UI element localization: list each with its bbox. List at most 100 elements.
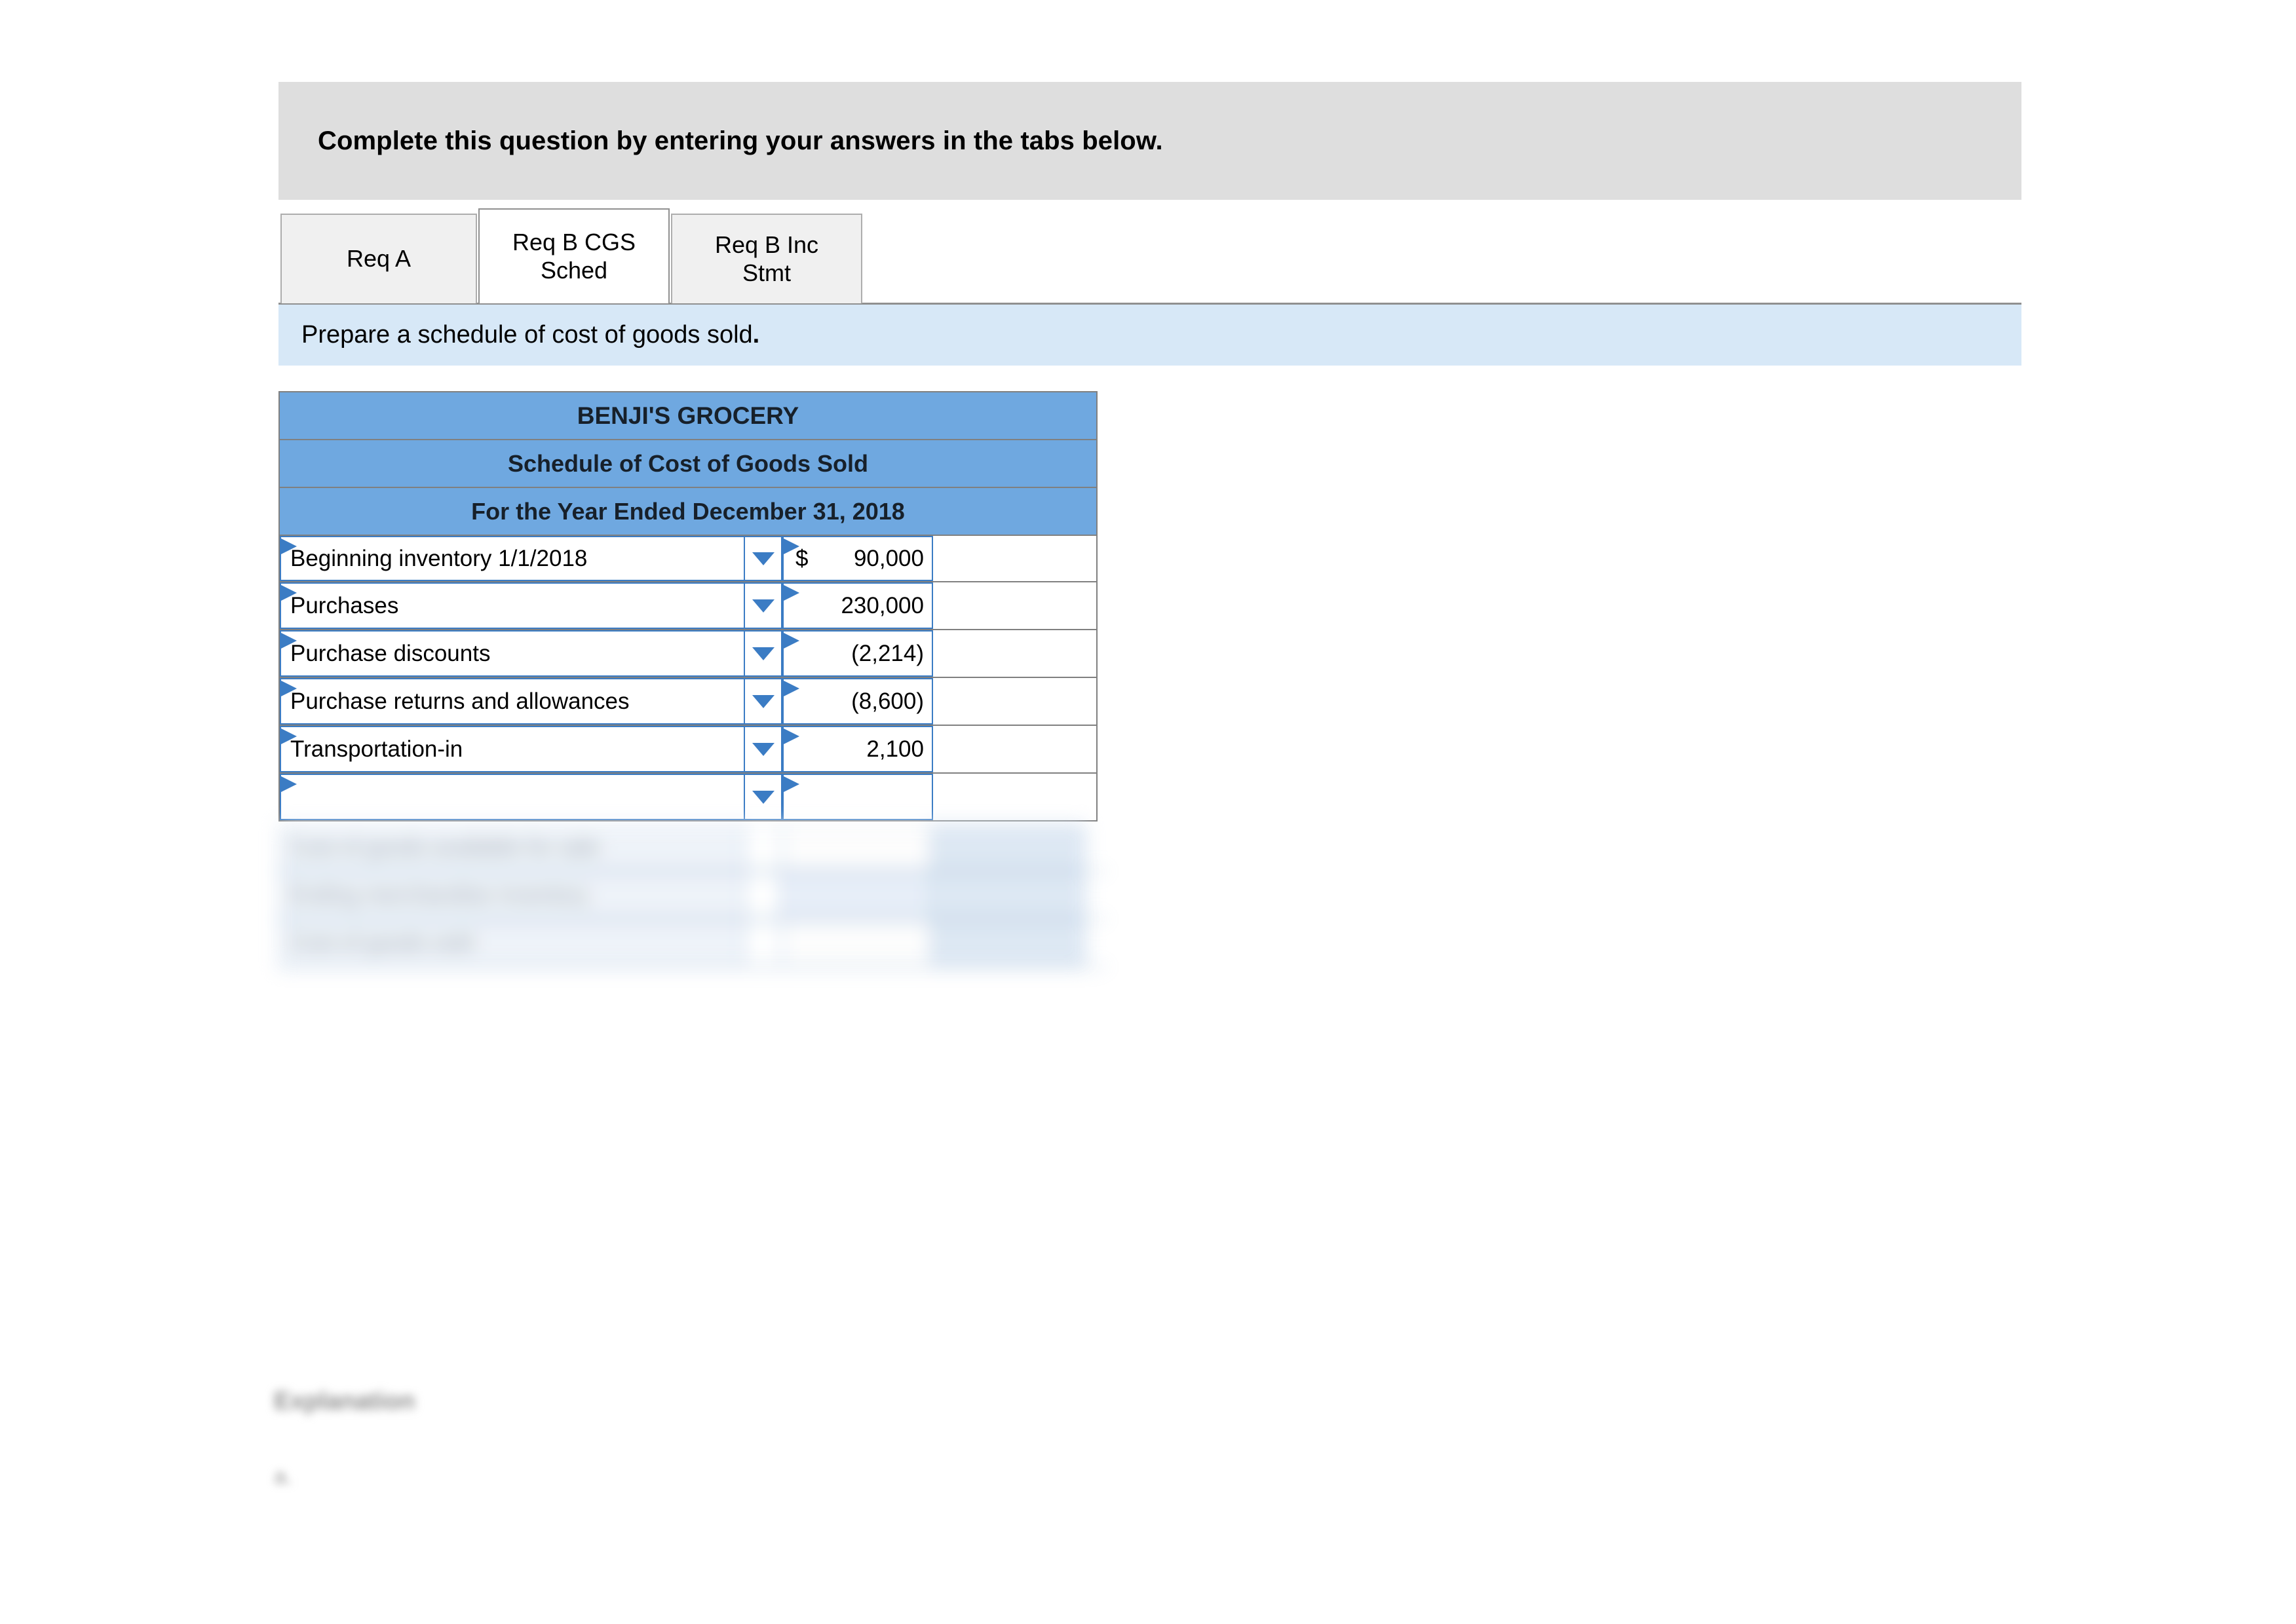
amount-input-cell[interactable] <box>782 774 933 820</box>
cell-corner-marker-icon <box>784 776 799 792</box>
account-label-cell[interactable]: Purchase discounts <box>280 630 745 677</box>
requirement-text: Prepare a schedule of cost of goods sold <box>301 321 753 349</box>
tab-req-b-cgs-line2: Sched <box>540 256 608 284</box>
table-row: Purchase discounts (2,214) <box>278 630 1098 678</box>
amount-input-cell[interactable]: $ 90,000 <box>782 536 933 581</box>
obscured-row-total <box>932 920 1086 966</box>
tab-req-b-cgs-line1: Req B CGS <box>512 229 636 256</box>
account-label-cell[interactable]: Purchases <box>280 582 745 629</box>
amount-input-cell[interactable]: (8,600) <box>782 678 933 725</box>
account-label-text: Beginning inventory 1/1/2018 <box>290 545 588 571</box>
explanation-item-marker: a. <box>274 1464 293 1489</box>
table-row <box>278 774 1098 821</box>
total-column-cell[interactable] <box>933 630 1087 677</box>
requirement-description-bar: Prepare a schedule of cost of goods sold… <box>278 303 2021 366</box>
table-row: Purchases 230,000 <box>278 582 1098 630</box>
account-label-cell[interactable]: Beginning inventory 1/1/2018 <box>280 536 745 581</box>
question-instruction-banner: Complete this question by entering your … <box>278 82 2021 200</box>
account-dropdown-button[interactable] <box>745 726 782 772</box>
obscured-row: Cost of goods available for sale <box>278 824 1107 872</box>
worksheet-statement-name: Schedule of Cost of Goods Sold <box>507 449 868 477</box>
total-column-cell[interactable] <box>933 678 1087 725</box>
cost-of-goods-sold-worksheet: BENJI'S GROCERY Schedule of Cost of Good… <box>278 391 1098 821</box>
tab-req-b-inc-stmt[interactable]: Req B Inc Stmt <box>671 214 862 303</box>
amount-value: 90,000 <box>853 545 924 571</box>
account-dropdown-button[interactable] <box>745 678 782 725</box>
cell-corner-marker-icon <box>281 728 297 744</box>
total-column-cell[interactable] <box>933 726 1087 772</box>
obscured-row-caret <box>744 920 781 966</box>
cell-corner-marker-icon <box>281 681 297 696</box>
table-row: Beginning inventory 1/1/2018 $ 90,000 <box>278 535 1098 582</box>
worksheet-company-name: BENJI'S GROCERY <box>577 402 799 429</box>
tab-req-a[interactable]: Req A <box>280 214 477 303</box>
cell-corner-marker-icon <box>784 633 799 649</box>
obscured-row: Ending merchandise inventory <box>278 872 1107 920</box>
obscured-row-total <box>932 824 1086 871</box>
requirement-period: . <box>752 321 760 349</box>
worksheet-title-row-period: For the Year Ended December 31, 2018 <box>278 487 1098 535</box>
cell-corner-marker-icon <box>784 728 799 744</box>
account-dropdown-button[interactable] <box>745 630 782 677</box>
cell-corner-marker-icon <box>784 585 799 601</box>
cell-corner-marker-icon <box>281 538 297 554</box>
cell-corner-marker-icon <box>281 585 297 601</box>
obscured-row-caret <box>744 872 781 918</box>
obscured-row-amount <box>781 872 932 918</box>
question-instruction-text: Complete this question by entering your … <box>318 126 1163 155</box>
amount-value: (2,214) <box>851 640 924 666</box>
account-dropdown-button[interactable] <box>745 536 782 581</box>
account-dropdown-button[interactable] <box>745 774 782 820</box>
table-row: Purchase returns and allowances (8,600) <box>278 678 1098 726</box>
account-label-cell[interactable] <box>280 774 745 820</box>
account-dropdown-button[interactable] <box>745 582 782 629</box>
chevron-down-icon <box>752 552 775 565</box>
amount-input-cell[interactable]: 230,000 <box>782 582 933 629</box>
tab-req-b-inc-stmt-label: Req B Inc Stmt <box>715 231 818 287</box>
obscured-row-label: Cost of goods available for sale <box>278 824 744 871</box>
chevron-down-icon <box>752 647 775 660</box>
amount-value: (8,600) <box>851 688 924 714</box>
account-label-cell[interactable]: Transportation-in <box>280 726 745 772</box>
obscured-row-total <box>932 872 1086 918</box>
account-label-text: Purchase discounts <box>290 640 491 666</box>
cell-corner-marker-icon <box>281 633 297 649</box>
account-label-cell[interactable]: Purchase returns and allowances <box>280 678 745 725</box>
explanation-heading: Explanation <box>274 1388 415 1415</box>
worksheet-title-row-company: BENJI'S GROCERY <box>278 391 1098 439</box>
requirement-tab-strip: Req A Req B CGS Sched Req B Inc Stmt <box>280 208 862 303</box>
account-label-text: Purchases <box>290 592 399 618</box>
obscured-row-amount <box>781 824 932 871</box>
chevron-down-icon <box>752 694 775 708</box>
obscured-summary-rows: Cost of goods available for sale Ending … <box>278 824 1107 976</box>
amount-value: 2,100 <box>866 736 924 762</box>
currency-symbol: $ <box>795 545 809 571</box>
tab-req-b-inc-line1: Req B Inc <box>714 231 819 259</box>
tab-req-a-label: Req A <box>346 245 411 273</box>
cell-corner-marker-icon <box>281 776 297 792</box>
total-column-cell[interactable] <box>933 582 1087 629</box>
tab-req-b-cgs-sched-label: Req B CGS Sched <box>512 229 636 284</box>
obscured-row-caret <box>744 824 781 871</box>
obscured-row-label: Ending merchandise inventory <box>278 872 744 918</box>
chevron-down-icon <box>752 742 775 756</box>
tab-req-b-inc-line2: Stmt <box>742 259 791 286</box>
obscured-row-label: Cost of goods sold <box>278 920 744 966</box>
chevron-down-icon <box>752 790 775 804</box>
chevron-down-icon <box>752 599 775 613</box>
requirement-description-text: Prepare a schedule of cost of goods sold… <box>278 321 759 349</box>
worksheet-title-row-statement: Schedule of Cost of Goods Sold <box>278 439 1098 487</box>
total-column-cell[interactable] <box>933 774 1087 820</box>
tab-req-b-cgs-sched[interactable]: Req B CGS Sched <box>478 208 670 303</box>
obscured-row-amount <box>781 920 932 966</box>
account-label-text: Transportation-in <box>290 736 463 762</box>
amount-value: 230,000 <box>841 592 924 618</box>
amount-input-cell[interactable]: (2,214) <box>782 630 933 677</box>
worksheet-period: For the Year Ended December 31, 2018 <box>471 497 905 525</box>
cell-corner-marker-icon <box>784 681 799 696</box>
amount-input-cell[interactable]: 2,100 <box>782 726 933 772</box>
table-row: Transportation-in 2,100 <box>278 726 1098 774</box>
account-label-text: Purchase returns and allowances <box>290 688 630 714</box>
obscured-row: Cost of goods sold <box>278 920 1107 968</box>
total-column-cell[interactable] <box>933 536 1087 581</box>
